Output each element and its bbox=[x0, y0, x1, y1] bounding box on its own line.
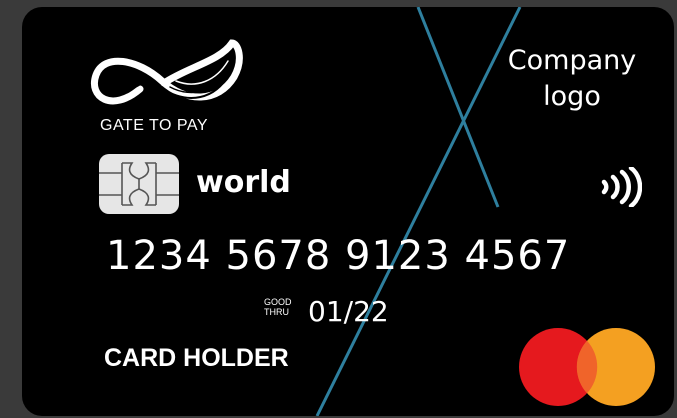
expiry-date: 01/22 bbox=[308, 295, 389, 328]
contactless-icon bbox=[601, 167, 642, 207]
network-name: world bbox=[196, 165, 291, 200]
card-holder-name: CARD HOLDER bbox=[104, 344, 289, 372]
company-logo-line-1: Company bbox=[507, 45, 637, 76]
emv-chip-icon bbox=[99, 154, 179, 214]
good-label: GOOD bbox=[264, 297, 292, 307]
company-logo-line-2: logo bbox=[543, 81, 601, 112]
company-logo-placeholder: Company logo bbox=[492, 43, 652, 115]
brand-name: GATE TO PAY bbox=[100, 117, 209, 134]
infinity-swirl-icon bbox=[91, 39, 243, 105]
payment-card: GATE TO PAY Company logo world 1234 5678… bbox=[22, 7, 674, 416]
good-thru-label: GOOD THRU bbox=[264, 297, 292, 317]
thru-label: THRU bbox=[264, 307, 289, 317]
mastercard-icon bbox=[519, 328, 655, 406]
card-number: 1234 5678 9123 4567 bbox=[106, 233, 571, 279]
